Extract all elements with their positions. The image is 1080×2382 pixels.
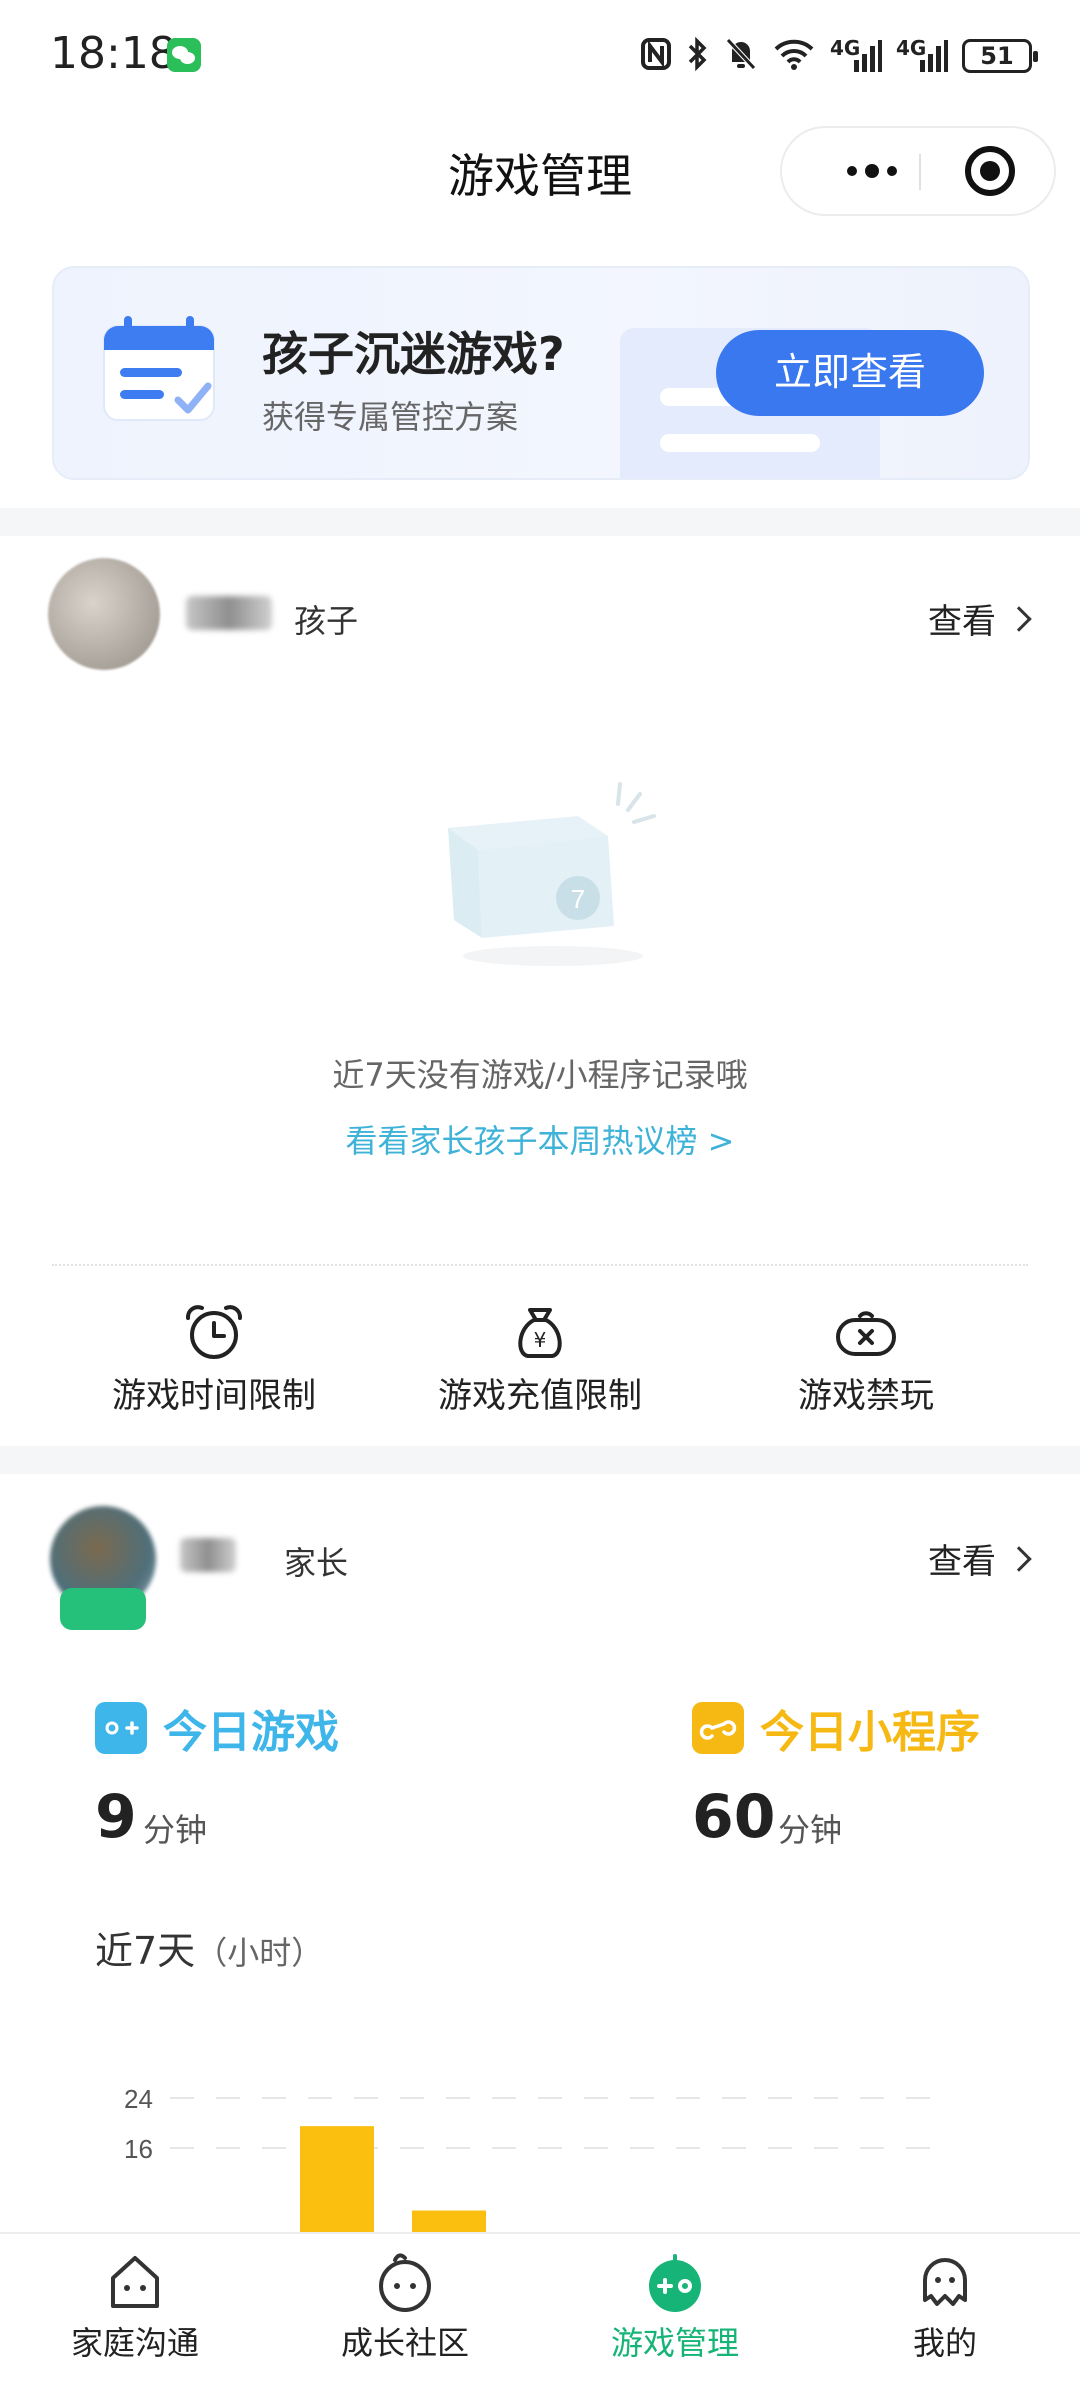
feature-label: 游戏充值限制 [438, 1376, 642, 1416]
empty-box-icon: 7 [428, 780, 678, 980]
chevron-right-icon [1006, 605, 1032, 632]
game-manage-icon [649, 2254, 701, 2312]
tab-label: 我的 [912, 2324, 977, 2362]
child-name-redacted [186, 596, 272, 630]
child-role-label: 孩子 [294, 602, 359, 640]
profile-icon [923, 2258, 967, 2306]
y-tick-label: 24 [124, 2084, 153, 2114]
svg-text:7: 7 [571, 884, 585, 914]
game-time-limit-button[interactable]: 游戏时间限制 [94, 1302, 334, 1417]
close-icon[interactable] [965, 146, 1015, 196]
bluetooth-icon [686, 36, 710, 76]
today-miniprog-value: 60 [692, 1782, 776, 1852]
recent-7-days-title: 近7天（小时） [95, 1920, 323, 1975]
y-tick-label: 16 [124, 2134, 153, 2164]
tab-growth-community[interactable]: 成长社区 [305, 2250, 505, 2364]
feature-label: 游戏时间限制 [112, 1376, 316, 1416]
recent-unit: （小时） [195, 1934, 324, 1972]
hot-topics-link[interactable]: 看看家长孩子本周热议榜 > [0, 1116, 1080, 1162]
parent-tag-badge [60, 1588, 146, 1630]
tab-family-chat[interactable]: 家庭沟通 [35, 2250, 235, 2364]
game-controller-icon [95, 1702, 147, 1754]
banner-title: 孩子沉迷游戏? [262, 327, 565, 381]
status-bar: 18:18 4G 4G 51 [0, 0, 1080, 110]
mini-program-capsule [780, 126, 1056, 216]
calendar-checklist-icon [100, 314, 218, 424]
wifi-icon [772, 37, 816, 75]
status-icons: 4G 4G 51 [640, 34, 1038, 78]
today-miniprog-label: 今日小程序 [760, 1707, 980, 1758]
bottom-tab-bar: 家庭沟通 成长社区 游戏管理 我的 [0, 2232, 1080, 2382]
dotted-divider [52, 1264, 1028, 1266]
nfc-icon [640, 37, 672, 75]
banner-subtitle: 获得专属管控方案 [262, 398, 519, 436]
view-now-button[interactable]: 立即查看 [716, 330, 984, 416]
game-recharge-limit-button[interactable]: ¥ 游戏充值限制 [420, 1302, 660, 1417]
status-time: 18:18 [50, 28, 177, 79]
bar-chart-svg: 24 16 [124, 2084, 930, 2232]
growth-community-icon [379, 2253, 431, 2312]
more-icon[interactable] [822, 128, 922, 214]
parent-view-link[interactable]: 查看 [928, 1534, 1032, 1583]
signal-icon: 4G [830, 38, 882, 74]
child-avatar[interactable] [48, 558, 160, 670]
tab-label: 家庭沟通 [70, 2324, 199, 2362]
alarm-clock-icon [186, 1305, 242, 1359]
tab-label: 成长社区 [340, 2324, 469, 2362]
today-miniprog-heading: 今日小程序 [692, 1696, 980, 1760]
empty-state-text: 近7天没有游戏/小程序记录哦 [332, 1056, 748, 1094]
chart-bar [412, 2210, 486, 2232]
game-ban-button[interactable]: 游戏禁玩 [746, 1302, 986, 1417]
today-games-heading: 今日游戏 [95, 1696, 339, 1760]
view-label: 查看 [928, 602, 996, 642]
feature-label: 游戏禁玩 [798, 1376, 934, 1416]
svg-text:¥: ¥ [534, 1328, 547, 1352]
chevron-right-icon [1006, 1545, 1032, 1572]
family-chat-icon [111, 2256, 159, 2308]
today-miniprog-unit: 分钟 [778, 1811, 843, 1849]
today-games-value: 9 [95, 1782, 137, 1852]
tab-label: 游戏管理 [610, 2324, 739, 2362]
wechat-icon [167, 38, 201, 72]
tab-game-manage[interactable]: 游戏管理 [575, 2250, 775, 2364]
view-label: 查看 [928, 1542, 996, 1582]
recent-title: 近7天 [95, 1929, 196, 1973]
today-games-label: 今日游戏 [163, 1707, 339, 1758]
parent-name-redacted [180, 1538, 236, 1572]
child-view-link[interactable]: 查看 [928, 594, 1032, 643]
battery-icon: 51 [962, 39, 1038, 73]
promo-banner[interactable]: 孩子沉迷游戏? 获得专属管控方案 立即查看 [52, 266, 1030, 480]
today-games-unit: 分钟 [143, 1811, 208, 1849]
money-bag-icon: ¥ [518, 1308, 562, 1358]
signal-icon: 4G [896, 38, 948, 74]
section-divider [0, 1446, 1080, 1474]
chart-bar [300, 2126, 374, 2232]
tab-profile[interactable]: 我的 [845, 2250, 1045, 2364]
capsule-divider [919, 154, 921, 190]
mute-icon [724, 36, 758, 76]
parent-role-label: 家长 [284, 1544, 349, 1582]
mini-program-icon [692, 1702, 744, 1754]
section-divider [0, 508, 1080, 536]
gamepad-ban-icon [836, 1311, 896, 1356]
usage-bar-chart: 24 16 [0, 2000, 1080, 2232]
